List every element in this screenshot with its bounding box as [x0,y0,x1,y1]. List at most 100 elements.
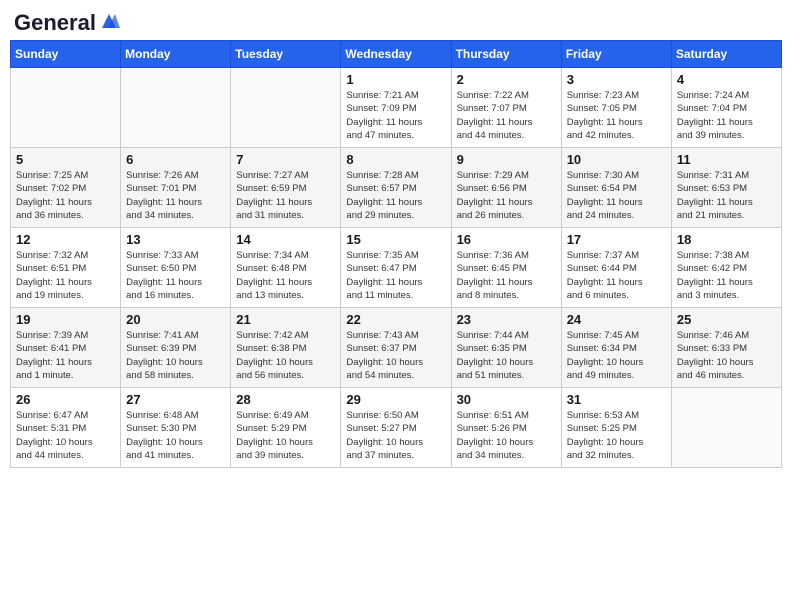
day-cell: 8 Sunrise: 7:28 AM Sunset: 6:57 PM Daylig… [341,148,451,228]
day-number: 10 [567,152,666,167]
day-cell: 6Sunrise: 7:26 AM Sunset: 7:01 PM Daylig… [121,148,231,228]
day-number: 22 [346,312,445,327]
day-info: Sunrise: 7:32 AM Sunset: 6:51 PM Dayligh… [16,249,115,302]
calendar-table: SundayMondayTuesdayWednesdayThursdayFrid… [10,40,782,468]
day-info: Sunrise: 7:37 AM Sunset: 6:44 PM Dayligh… [567,249,666,302]
day-cell [671,388,781,468]
day-number: 14 [236,232,335,247]
day-info: Sunrise: 7:38 AM Sunset: 6:42 PM Dayligh… [677,249,776,302]
day-number: 20 [126,312,225,327]
day-info: Sunrise: 7:21 AM Sunset: 7:09 PM Dayligh… [346,89,445,142]
day-number: 28 [236,392,335,407]
day-info: Sunrise: 6:48 AM Sunset: 5:30 PM Dayligh… [126,409,225,462]
day-number: 23 [457,312,556,327]
day-cell: 13Sunrise: 7:33 AM Sunset: 6:50 PM Dayli… [121,228,231,308]
day-header-wednesday: Wednesday [341,41,451,68]
day-cell: 16 Sunrise: 7:36 AM Sunset: 6:45 PM Dayli… [451,228,561,308]
day-info: Sunrise: 7:24 AM Sunset: 7:04 PM Dayligh… [677,89,776,142]
day-number: 18 [677,232,776,247]
day-number: 11 [677,152,776,167]
day-number: 12 [16,232,115,247]
day-number: 30 [457,392,556,407]
day-cell: 21Sunrise: 7:42 AM Sunset: 6:38 PM Dayli… [231,308,341,388]
day-number: 19 [16,312,115,327]
day-number: 1 [346,72,445,87]
day-number: 26 [16,392,115,407]
page-header: General [10,10,782,32]
day-info: Sunrise: 7:39 AM Sunset: 6:41 PM Dayligh… [16,329,115,382]
day-number: 24 [567,312,666,327]
day-header-monday: Monday [121,41,231,68]
day-number: 21 [236,312,335,327]
day-cell [231,68,341,148]
day-number: 13 [126,232,225,247]
day-cell: 22 Sunrise: 7:43 AM Sunset: 6:37 PM Dayli… [341,308,451,388]
day-number: 15 [346,232,445,247]
day-cell: 7Sunrise: 7:27 AM Sunset: 6:59 PM Daylig… [231,148,341,228]
day-info: Sunrise: 7:44 AM Sunset: 6:35 PM Dayligh… [457,329,556,382]
day-number: 5 [16,152,115,167]
day-number: 31 [567,392,666,407]
day-number: 29 [346,392,445,407]
day-header-thursday: Thursday [451,41,561,68]
day-info: Sunrise: 7:43 AM Sunset: 6:37 PM Dayligh… [346,329,445,382]
week-row-3: 12 Sunrise: 7:32 AM Sunset: 6:51 PM Dayli… [11,228,782,308]
day-info: Sunrise: 7:22 AM Sunset: 7:07 PM Dayligh… [457,89,556,142]
day-info: Sunrise: 6:50 AM Sunset: 5:27 PM Dayligh… [346,409,445,462]
day-info: Sunrise: 7:29 AM Sunset: 6:56 PM Dayligh… [457,169,556,222]
day-cell: 11Sunrise: 7:31 AM Sunset: 6:53 PM Dayli… [671,148,781,228]
day-number: 2 [457,72,556,87]
logo: General [14,10,120,32]
day-info: Sunrise: 6:47 AM Sunset: 5:31 PM Dayligh… [16,409,115,462]
day-number: 9 [457,152,556,167]
day-cell: 23 Sunrise: 7:44 AM Sunset: 6:35 PM Dayli… [451,308,561,388]
day-info: Sunrise: 7:46 AM Sunset: 6:33 PM Dayligh… [677,329,776,382]
day-cell: 24 Sunrise: 7:45 AM Sunset: 6:34 PM Dayli… [561,308,671,388]
day-cell [121,68,231,148]
day-cell: 17 Sunrise: 7:37 AM Sunset: 6:44 PM Dayli… [561,228,671,308]
week-row-5: 26 Sunrise: 6:47 AM Sunset: 5:31 PM Dayli… [11,388,782,468]
day-header-friday: Friday [561,41,671,68]
day-info: Sunrise: 7:23 AM Sunset: 7:05 PM Dayligh… [567,89,666,142]
day-cell: 25 Sunrise: 7:46 AM Sunset: 6:33 PM Dayli… [671,308,781,388]
day-info: Sunrise: 7:45 AM Sunset: 6:34 PM Dayligh… [567,329,666,382]
day-cell: 12 Sunrise: 7:32 AM Sunset: 6:51 PM Dayli… [11,228,121,308]
week-row-2: 5 Sunrise: 7:25 AM Sunset: 7:02 PM Daylig… [11,148,782,228]
day-cell: 2 Sunrise: 7:22 AM Sunset: 7:07 PM Daylig… [451,68,561,148]
day-number: 17 [567,232,666,247]
day-cell: 29 Sunrise: 6:50 AM Sunset: 5:27 PM Dayli… [341,388,451,468]
day-cell: 31Sunrise: 6:53 AM Sunset: 5:25 PM Dayli… [561,388,671,468]
day-info: Sunrise: 6:51 AM Sunset: 5:26 PM Dayligh… [457,409,556,462]
day-info: Sunrise: 7:30 AM Sunset: 6:54 PM Dayligh… [567,169,666,222]
day-info: Sunrise: 7:35 AM Sunset: 6:47 PM Dayligh… [346,249,445,302]
day-number: 8 [346,152,445,167]
day-cell: 26 Sunrise: 6:47 AM Sunset: 5:31 PM Dayli… [11,388,121,468]
day-info: Sunrise: 6:49 AM Sunset: 5:29 PM Dayligh… [236,409,335,462]
day-info: Sunrise: 7:26 AM Sunset: 7:01 PM Dayligh… [126,169,225,222]
day-cell: 1 Sunrise: 7:21 AM Sunset: 7:09 PM Daylig… [341,68,451,148]
day-cell: 20 Sunrise: 7:41 AM Sunset: 6:39 PM Dayli… [121,308,231,388]
logo-general: General [14,10,96,36]
day-number: 25 [677,312,776,327]
day-info: Sunrise: 7:28 AM Sunset: 6:57 PM Dayligh… [346,169,445,222]
day-header-saturday: Saturday [671,41,781,68]
day-cell: 3Sunrise: 7:23 AM Sunset: 7:05 PM Daylig… [561,68,671,148]
day-cell: 27 Sunrise: 6:48 AM Sunset: 5:30 PM Dayli… [121,388,231,468]
day-cell: 18 Sunrise: 7:38 AM Sunset: 6:42 PM Dayli… [671,228,781,308]
day-info: Sunrise: 7:25 AM Sunset: 7:02 PM Dayligh… [16,169,115,222]
day-info: Sunrise: 7:34 AM Sunset: 6:48 PM Dayligh… [236,249,335,302]
logo-icon [98,12,120,30]
day-cell: 14 Sunrise: 7:34 AM Sunset: 6:48 PM Dayli… [231,228,341,308]
day-info: Sunrise: 7:27 AM Sunset: 6:59 PM Dayligh… [236,169,335,222]
day-header-tuesday: Tuesday [231,41,341,68]
week-row-4: 19 Sunrise: 7:39 AM Sunset: 6:41 PM Dayli… [11,308,782,388]
day-info: Sunrise: 7:36 AM Sunset: 6:45 PM Dayligh… [457,249,556,302]
day-cell [11,68,121,148]
day-header-sunday: Sunday [11,41,121,68]
day-cell: 15 Sunrise: 7:35 AM Sunset: 6:47 PM Dayli… [341,228,451,308]
day-cell: 10 Sunrise: 7:30 AM Sunset: 6:54 PM Dayli… [561,148,671,228]
day-cell: 28 Sunrise: 6:49 AM Sunset: 5:29 PM Dayli… [231,388,341,468]
day-info: Sunrise: 7:41 AM Sunset: 6:39 PM Dayligh… [126,329,225,382]
day-number: 27 [126,392,225,407]
day-number: 16 [457,232,556,247]
